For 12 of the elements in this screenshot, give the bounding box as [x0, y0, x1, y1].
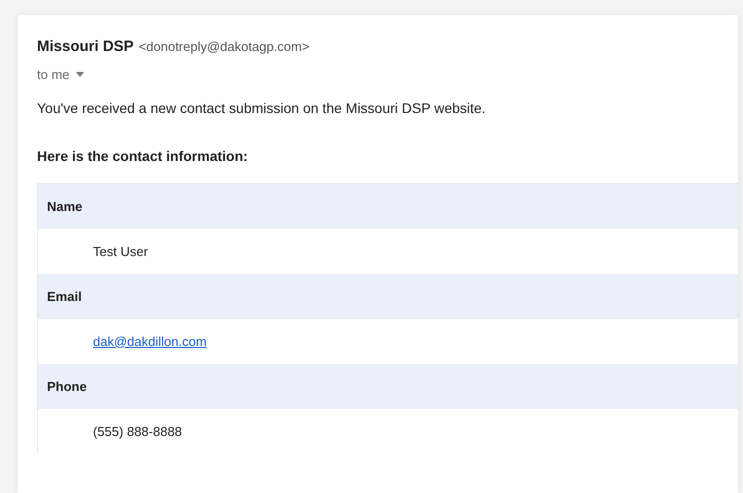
intro-text: You've received a new contact submission on the Missouri DSP website. [37, 99, 487, 118]
sender-name: Missouri DSP [37, 37, 134, 57]
field-label: Name [38, 184, 738, 229]
dropdown-caret-icon[interactable] [76, 72, 84, 77]
email-link[interactable]: dak@dakdillon.com [93, 332, 207, 352]
recipient-label: to me [37, 66, 70, 84]
field-label: Phone [38, 364, 738, 409]
field-value: (555) 888-8888 [93, 422, 182, 441]
sender-address: <donotreply@dakotagp.com> [138, 38, 310, 56]
field-value: Test User [93, 242, 148, 261]
field-label: Email [38, 274, 738, 319]
section-heading: Here is the contact information: [37, 147, 249, 166]
